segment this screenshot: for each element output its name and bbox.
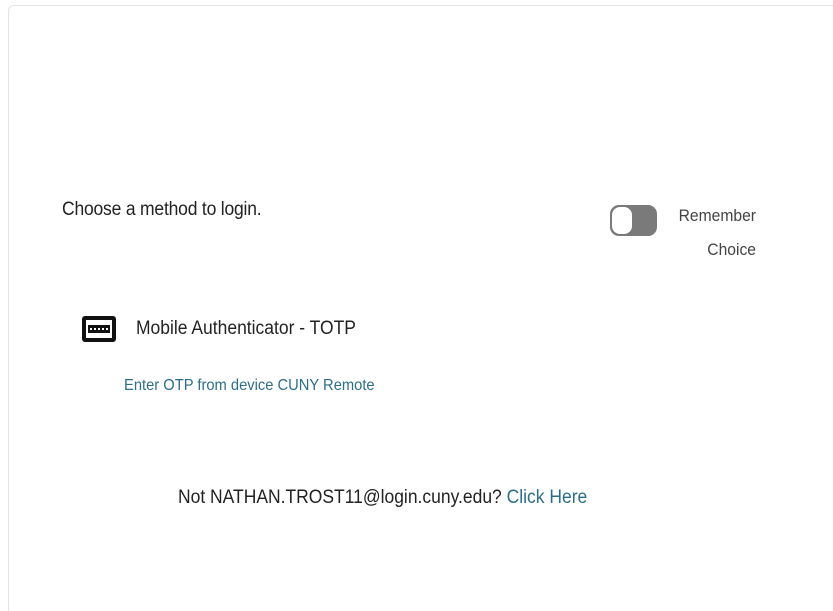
remember-label-line2: Choice bbox=[707, 240, 756, 259]
mobile-device-icon bbox=[82, 316, 116, 342]
method-name: Mobile Authenticator - TOTP bbox=[136, 318, 356, 339]
not-user-line: Not NATHAN.TROST11@login.cuny.edu? Click… bbox=[178, 487, 587, 509]
remember-choice-toggle[interactable] bbox=[610, 205, 657, 236]
method-description-link[interactable]: Enter OTP from device CUNY Remote bbox=[124, 377, 375, 395]
not-user-text: Not NATHAN.TROST11@login.cuny.edu? bbox=[178, 487, 502, 508]
click-here-link[interactable]: Click Here bbox=[507, 487, 588, 508]
method-mobile-authenticator[interactable]: Mobile Authenticator - TOTP bbox=[82, 316, 375, 342]
login-page: Choose a method to login. Remember Choic… bbox=[0, 0, 833, 611]
toggle-knob bbox=[612, 207, 632, 234]
blank-box bbox=[656, 480, 681, 517]
login-card bbox=[8, 5, 833, 611]
remember-label-line1: Remember bbox=[678, 206, 756, 225]
choose-method-prompt: Choose a method to login. bbox=[62, 199, 262, 220]
remember-choice-label: Remember Choice bbox=[668, 199, 756, 267]
